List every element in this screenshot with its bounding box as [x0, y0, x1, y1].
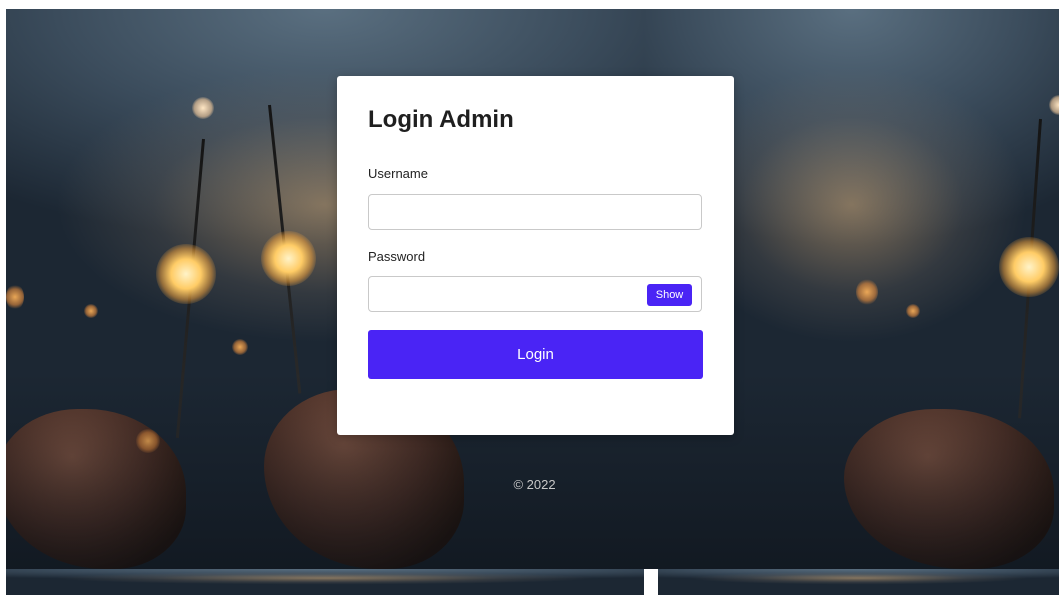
bokeh-light	[906, 304, 920, 318]
bokeh-light	[856, 279, 878, 305]
bokeh-light	[192, 97, 214, 119]
bokeh-light	[232, 339, 248, 355]
username-label: Username	[368, 166, 428, 181]
login-button[interactable]: Login	[368, 330, 703, 379]
sparkle-glow	[999, 237, 1059, 297]
bokeh-light	[84, 304, 98, 318]
username-field-wrapper	[368, 194, 702, 230]
background-image-bottom-right	[658, 569, 1059, 595]
bokeh-light	[1049, 95, 1059, 115]
sparkle-glow	[156, 244, 216, 304]
copyright-text: © 2022	[513, 477, 556, 492]
login-card: Login Admin Username Password Show Login	[337, 76, 734, 435]
page: Login Admin Username Password Show Login…	[0, 0, 1059, 595]
page-title: Login Admin	[368, 106, 514, 133]
password-field-wrapper: Show	[368, 276, 702, 312]
background-image-bottom-left	[6, 569, 644, 595]
password-label: Password	[368, 249, 426, 264]
sparkle-glow	[261, 231, 316, 286]
show-password-button[interactable]: Show	[647, 284, 692, 306]
bokeh-light	[6, 284, 24, 310]
username-input[interactable]	[369, 195, 701, 229]
